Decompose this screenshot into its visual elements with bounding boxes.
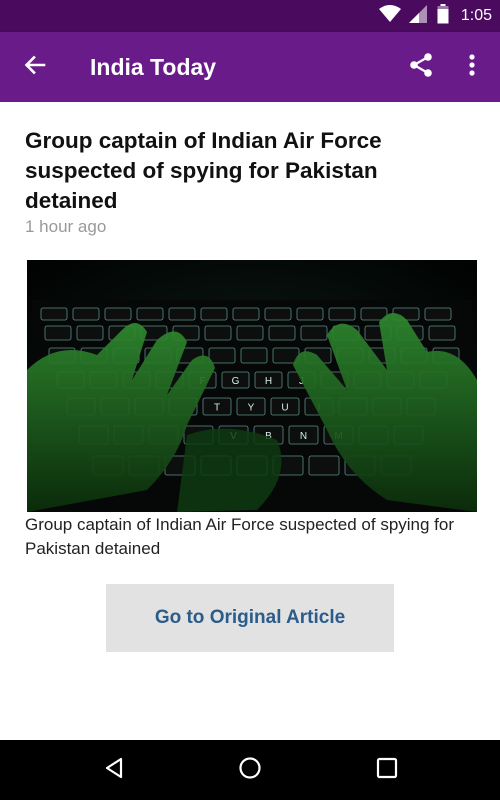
status-bar: 1:05: [0, 0, 500, 32]
article-content: Group captain of Indian Air Force suspec…: [0, 102, 500, 740]
keyboard-key: [268, 325, 296, 341]
article-timestamp: 1 hour ago: [25, 217, 107, 236]
keyboard-key: [240, 347, 268, 364]
wifi-icon: [378, 4, 401, 28]
keyboard-key-label: Y: [248, 403, 255, 414]
keyboard-key: [104, 307, 132, 321]
app-bar: India Today: [0, 32, 500, 102]
keyboard-key: [200, 307, 228, 321]
keyboard-key: [328, 307, 356, 321]
keyboard-key: [40, 307, 68, 321]
keyboard-key: [236, 325, 264, 341]
navigation-bar: [0, 740, 500, 800]
article-headline: Group captain of Indian Air Force suspec…: [25, 128, 382, 213]
keyboard-key: [76, 325, 104, 341]
keyboard-key-label: H: [265, 376, 272, 387]
share-icon: [408, 52, 434, 83]
nav-recents-button[interactable]: [357, 750, 417, 790]
more-options-button[interactable]: [452, 46, 492, 88]
image-caption: Group captain of Indian Air Force suspec…: [25, 515, 455, 558]
home-circle-icon: [238, 756, 262, 785]
nav-back-button[interactable]: [84, 750, 144, 790]
keyboard-key-label: G: [232, 376, 240, 387]
keyboard-key-label: T: [214, 403, 220, 414]
back-button[interactable]: [14, 46, 56, 88]
keyboard-key-label: U: [281, 403, 288, 414]
more-vert-icon: [468, 53, 476, 82]
status-time: 1:05: [460, 7, 492, 24]
share-button[interactable]: [400, 46, 442, 88]
keyboard-key: [428, 325, 456, 341]
back-triangle-icon: [102, 756, 126, 785]
keyboard-key: [232, 307, 260, 321]
go-to-original-article-button[interactable]: Go to Original Article: [106, 584, 394, 652]
article-image: FGHJTYUIVBNM: [27, 260, 477, 512]
keyboard-key: [208, 347, 236, 364]
nav-home-button[interactable]: [220, 750, 280, 790]
keyboard-key: [204, 325, 232, 341]
battery-icon: [437, 3, 449, 29]
cell-signal-icon: [408, 4, 429, 28]
keyboard-key: [44, 325, 72, 341]
keyboard-key: [264, 307, 292, 321]
keyboard-key: [72, 307, 100, 321]
keyboard-key: [296, 307, 324, 321]
keyboard-key: [308, 455, 340, 476]
app-title: India Today: [90, 54, 217, 80]
back-arrow-icon: [23, 53, 47, 82]
keyboard-key-label: N: [300, 431, 307, 442]
recents-square-icon: [376, 757, 398, 784]
status-icons: 1:05: [378, 0, 492, 32]
keyboard-key: [424, 307, 452, 321]
keyboard-key: [136, 307, 164, 321]
keyboard-key: [168, 307, 196, 321]
keyboard-key: [300, 325, 328, 341]
